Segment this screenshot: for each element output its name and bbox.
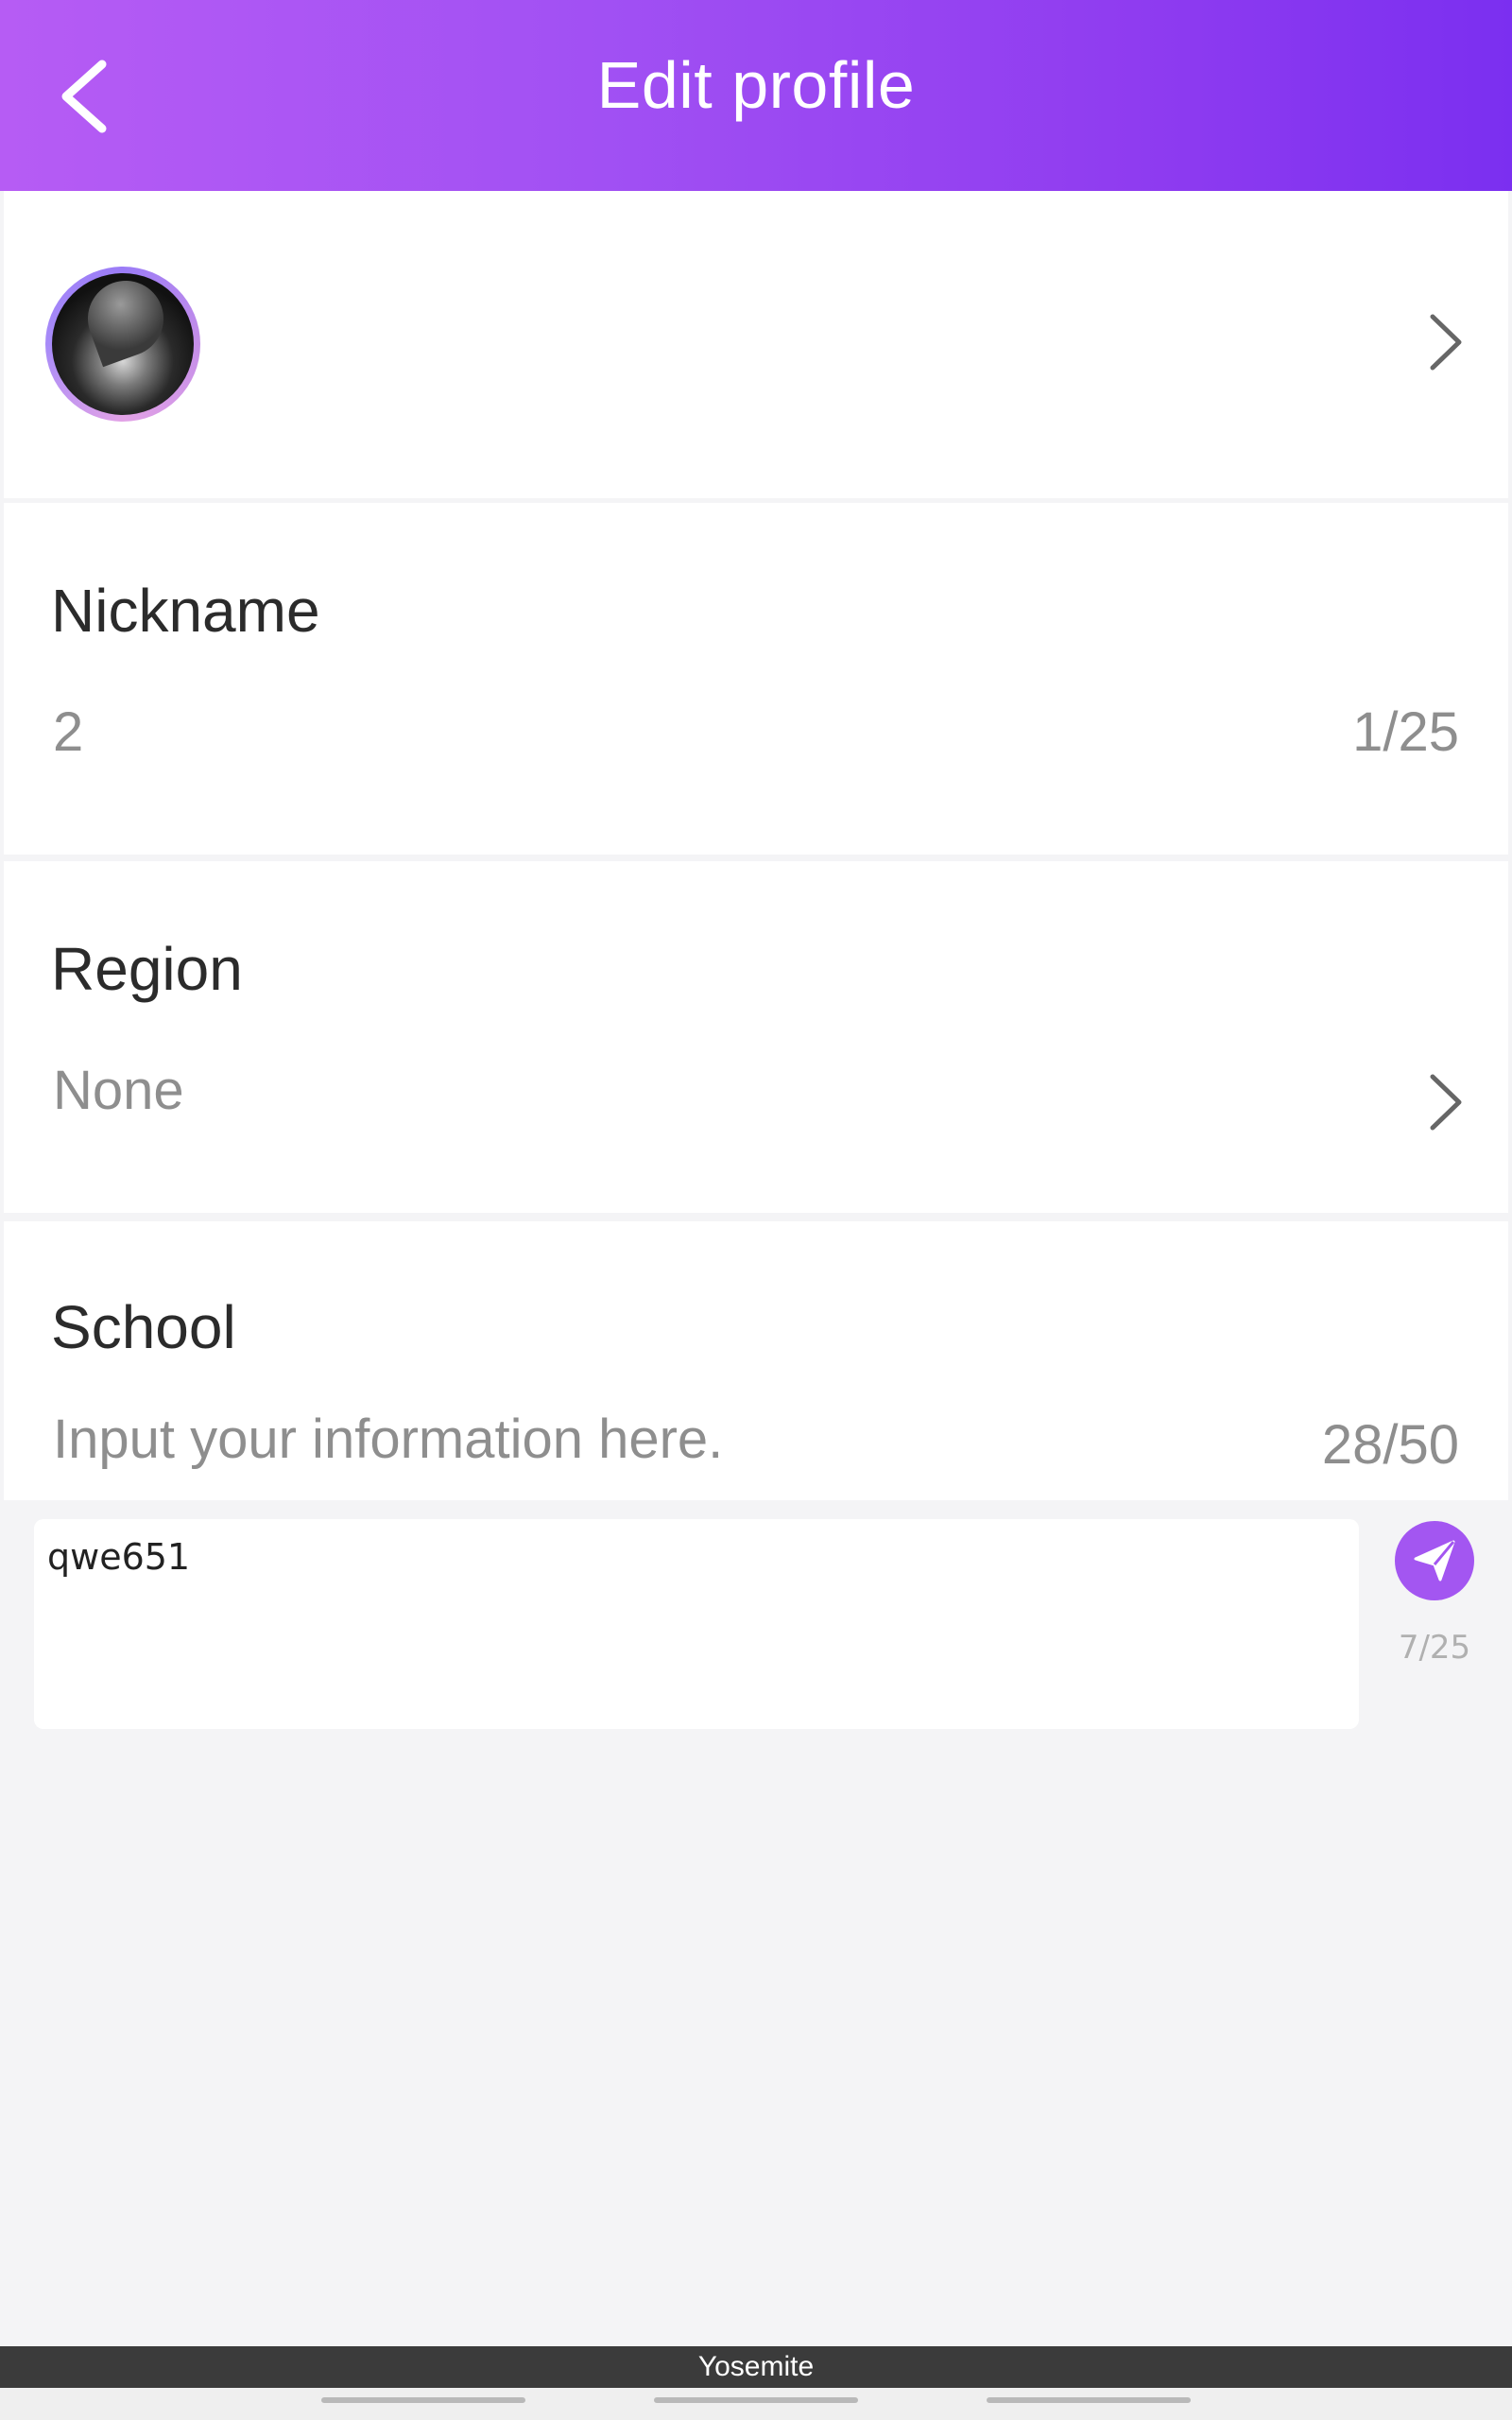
nav-handle-center[interactable] — [654, 2397, 858, 2403]
region-label: Region — [51, 935, 243, 1003]
input-counter: 7/25 — [1398, 1629, 1471, 1667]
avatar-image — [52, 273, 194, 415]
send-button[interactable] — [1395, 1521, 1474, 1600]
edit-profile-screen: Edit profile Nickname 2 1/25 Region None… — [0, 0, 1512, 2420]
text-input[interactable]: qwe651 — [34, 1519, 1359, 1729]
nickname-value[interactable]: 2 — [53, 700, 83, 766]
app-header: Edit profile — [0, 0, 1512, 191]
avatar[interactable] — [45, 267, 200, 422]
input-panel: qwe651 7/25 — [0, 1500, 1512, 2351]
school-placeholder[interactable]: Input your information here. — [53, 1407, 723, 1473]
system-nav-bar — [0, 2388, 1512, 2420]
chevron-right-icon — [1430, 1074, 1462, 1131]
school-counter: 28/50 — [1321, 1414, 1459, 1476]
chevron-right-icon — [1430, 314, 1462, 371]
school-label: School — [51, 1293, 236, 1361]
page-title: Edit profile — [596, 48, 916, 122]
send-icon — [1414, 1540, 1455, 1582]
nav-handle-right[interactable] — [987, 2397, 1191, 2403]
bottom-label-bar: Yosemite — [0, 2346, 1512, 2388]
school-section[interactable]: School Input your information here. 28/5… — [4, 1221, 1508, 1500]
region-section[interactable]: Region None — [4, 861, 1508, 1213]
nickname-counter: 1/25 — [1352, 701, 1459, 763]
nickname-label: Nickname — [51, 577, 320, 645]
nav-handle-left[interactable] — [321, 2397, 525, 2403]
nickname-section[interactable]: Nickname 2 1/25 — [4, 503, 1508, 855]
bottom-bar-label: Yosemite — [697, 2351, 815, 2382]
region-value[interactable]: None — [53, 1058, 184, 1124]
avatar-row[interactable] — [4, 191, 1508, 498]
